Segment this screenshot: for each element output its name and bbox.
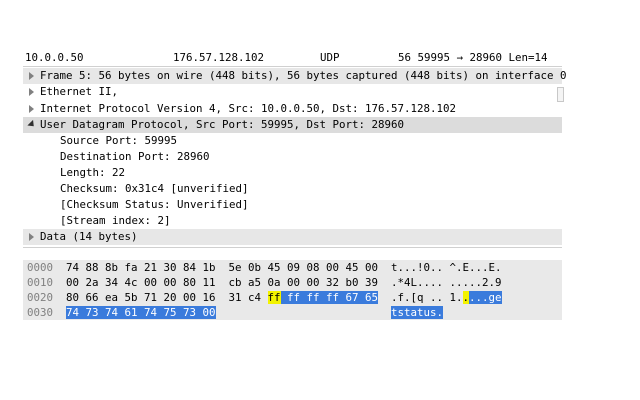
tree-field-dst-port[interactable]: Destination Port: 28960 [23,149,562,165]
expand-arrow-icon[interactable] [29,72,34,80]
hex-bytes: 80 66 ea 5b 71 20 00 16 31 c4 [66,291,268,304]
packet-list-row[interactable]: 10.0.0.50 176.57.128.102 UDP 56 59995 → … [23,49,562,66]
expand-arrow-icon[interactable] [29,88,34,96]
ascii-dump[interactable]: tstatus. [391,306,444,319]
tree-field-src-port[interactable]: Source Port: 59995 [23,133,562,149]
ascii-selected-chars: ...ge [469,291,502,304]
tree-item-udp[interactable]: User Datagram Protocol, Src Port: 59995,… [23,117,562,133]
hex-selected-bytes: 74 73 74 61 74 75 73 00 [66,306,216,319]
tree-item-label: Data (14 bytes) [40,230,138,243]
hex-cursor-byte: ff [267,291,281,304]
tree-field-length[interactable]: Length: 22 [23,165,562,181]
hex-dump[interactable]: 00 2a 34 4c 00 00 80 11 cb a5 0a 00 00 3… [66,276,378,289]
hex-dump[interactable]: 80 66 ea 5b 71 20 00 16 31 c4 ff ff ff f… [66,291,379,304]
packet-info: 56 59995 → 28960 Len=14 [398,51,548,64]
pane-divider [23,247,562,248]
tree-item-label: Frame 5: 56 bytes on wire (448 bits), 56… [40,69,567,82]
tree-item-ip[interactable]: Internet Protocol Version 4, Src: 10.0.0… [23,101,562,117]
ascii-dump[interactable]: .f.[q .. 1.....ge [391,291,502,304]
field-label: Destination Port: 28960 [60,150,210,163]
expand-arrow-icon[interactable] [29,105,34,113]
field-label: [Checksum Status: Unverified] [60,198,249,211]
ascii-dump[interactable]: t...!0.. ^.E...E. [391,261,502,274]
tree-item-label: User Datagram Protocol, Src Port: 59995,… [40,118,405,131]
bytes-row: 0010 00 2a 34 4c 00 00 80 11 cb a5 0a 00… [23,275,562,290]
field-label: Source Port: 59995 [60,134,178,147]
bytes-row: 0000 74 88 8b fa 21 30 84 1b 5e 0b 45 09… [23,260,562,275]
collapse-arrow-icon[interactable] [27,119,37,130]
packet-details-pane: Frame 5: 56 bytes on wire (448 bits), 56… [23,67,567,246]
byte-offset: 0010 [27,276,54,289]
bytes-row: 0030 74 73 74 61 74 75 73 00 tstatus. [23,305,562,320]
tree-field-checksum[interactable]: Checksum: 0x31c4 [unverified] [23,181,562,197]
tree-item-label: Ethernet II, [40,85,119,98]
tree-field-checksum-status[interactable]: [Checksum Status: Unverified] [23,197,562,213]
tree-item-ethernet[interactable]: Ethernet II, [23,84,562,100]
ascii-selected-chars: tstatus. [391,306,444,319]
packet-destination: 176.57.128.102 [173,51,265,64]
scrollbar-thumb[interactable] [557,87,564,102]
hex-dump[interactable]: 74 88 8b fa 21 30 84 1b 5e 0b 45 09 08 0… [66,261,378,274]
packet-source: 10.0.0.50 [25,51,84,64]
tree-item-frame[interactable]: Frame 5: 56 bytes on wire (448 bits), 56… [23,68,567,84]
packet-protocol: UDP [320,51,340,64]
field-label: [Stream index: 2] [60,214,171,227]
byte-offset: 0000 [27,261,54,274]
byte-offset: 0020 [27,291,54,304]
ascii-chars: .f.[q .. 1. [391,291,463,304]
field-label: Length: 22 [60,166,126,179]
expand-arrow-icon[interactable] [29,233,34,241]
tree-item-data[interactable]: Data (14 bytes) [23,229,562,245]
tree-item-label: Internet Protocol Version 4, Src: 10.0.0… [40,102,457,115]
hex-dump[interactable]: 74 73 74 61 74 75 73 00 [66,306,216,319]
field-label: Checksum: 0x31c4 [unverified] [60,182,249,195]
hex-selected-bytes: ff ff ff 67 65 [280,291,379,304]
tree-field-stream-index[interactable]: [Stream index: 2] [23,213,562,229]
packet-bytes-pane: 0000 74 88 8b fa 21 30 84 1b 5e 0b 45 09… [23,260,562,320]
byte-offset: 0030 [27,306,54,319]
bytes-row: 0020 80 66 ea 5b 71 20 00 16 31 c4 ff ff… [23,290,562,305]
ascii-dump[interactable]: .*4L.... .....2.9 [391,276,502,289]
